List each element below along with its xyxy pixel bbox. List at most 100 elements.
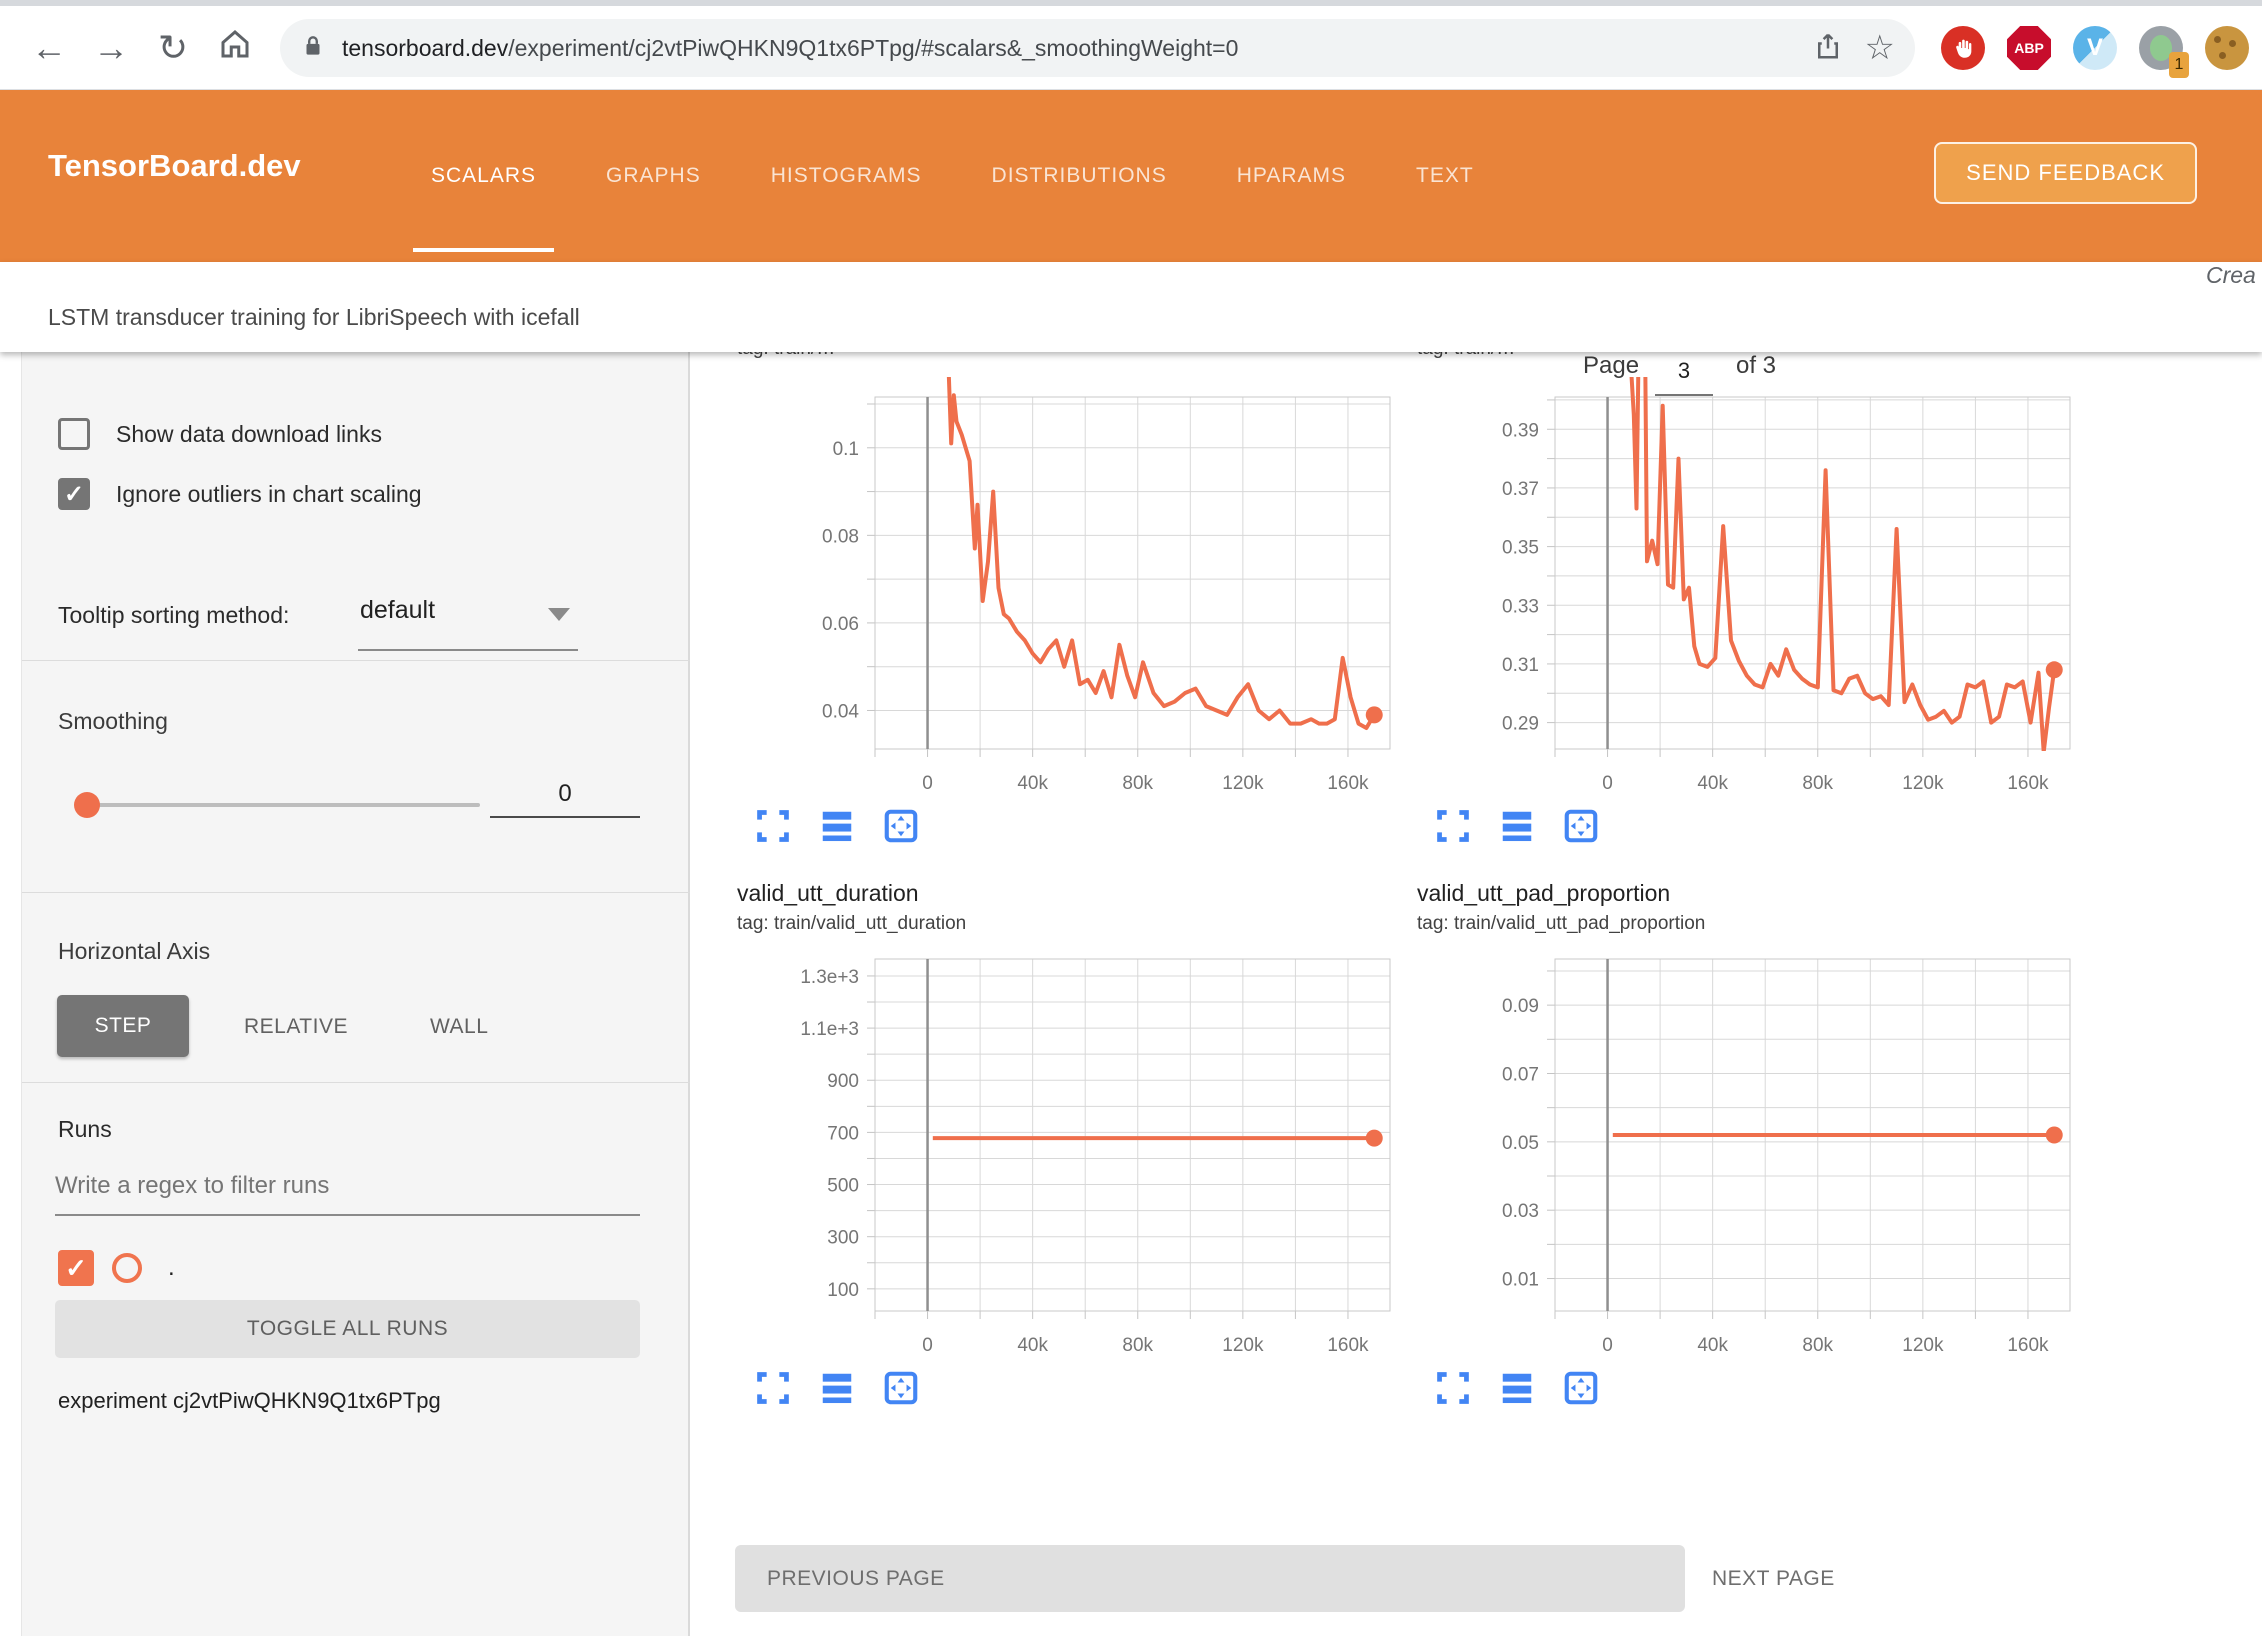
tab-distributions[interactable]: DISTRIBUTIONS	[986, 90, 1173, 262]
toggle-all-runs-button[interactable]: TOGGLE ALL RUNS	[55, 1300, 640, 1358]
haxis-wall-button[interactable]: WALL	[430, 1015, 488, 1039]
v-extension-icon[interactable]: V	[2073, 26, 2117, 70]
run-color-circle-icon[interactable]	[112, 1253, 142, 1283]
chart-tag: tag: train/valid_utt_duration	[737, 913, 1405, 935]
url-bar[interactable]: tensorboard.dev/experiment/cj2vtPiwQHKN9…	[280, 19, 1915, 77]
back-icon[interactable]: ←	[18, 27, 80, 69]
show-download-links-checkbox-row[interactable]: Show data download links	[58, 418, 382, 450]
svg-text:0.31: 0.31	[1502, 655, 1539, 676]
svg-text:0: 0	[922, 773, 933, 794]
toggle-log-scale-icon[interactable]	[818, 807, 856, 845]
svg-text:0: 0	[922, 1335, 933, 1356]
svg-text:0.06: 0.06	[822, 614, 859, 635]
svg-text:0.05: 0.05	[1502, 1133, 1539, 1154]
fit-domain-icon[interactable]	[882, 807, 920, 845]
tab-scalars[interactable]: SCALARS	[425, 90, 542, 262]
toggle-log-scale-icon[interactable]	[818, 1369, 856, 1407]
chart-tag: tag: train/valid_utt_pad_proportion	[1417, 913, 2085, 935]
checkbox-unchecked-icon[interactable]	[58, 418, 90, 450]
fit-domain-icon[interactable]	[882, 1369, 920, 1407]
svg-text:0.33: 0.33	[1502, 596, 1539, 617]
tensorboard-logo: TensorBoard.dev	[48, 148, 301, 184]
tooltip-sorting-dropdown[interactable]: default	[360, 596, 435, 625]
svg-text:160k: 160k	[2007, 1335, 2049, 1356]
haxis-relative-button[interactable]: RELATIVE	[244, 1015, 348, 1039]
svg-text:40k: 40k	[1017, 1335, 1048, 1356]
expand-chart-icon[interactable]	[754, 1369, 792, 1407]
page-number-input[interactable]	[1655, 358, 1713, 396]
svg-text:40k: 40k	[1697, 773, 1728, 794]
chart-card-valid-utt-pad-proportion: valid_utt_pad_proportion tag: train/vali…	[1395, 880, 2085, 1407]
home-icon[interactable]	[204, 26, 266, 71]
chart-card-top-right: tag: train/… 0.290.310.330.350.370.39040…	[1395, 352, 2085, 845]
tab-bar: SCALARS GRAPHS HISTOGRAMS DISTRIBUTIONS …	[425, 90, 1480, 262]
toggle-log-scale-icon[interactable]	[1498, 807, 1536, 845]
svg-text:1.1e+3: 1.1e+3	[800, 1019, 859, 1040]
next-page-button[interactable]: NEXT PAGE	[1712, 1545, 1835, 1612]
svg-text:160k: 160k	[1327, 773, 1369, 794]
svg-text:120k: 120k	[1902, 773, 1944, 794]
smoothing-slider-thumb[interactable]	[74, 792, 100, 818]
toggle-log-scale-icon[interactable]	[1498, 1369, 1536, 1407]
url-text[interactable]: tensorboard.dev/experiment/cj2vtPiwQHKN9…	[342, 35, 1791, 62]
run-checkbox-checked-icon[interactable]: ✓	[58, 1250, 94, 1286]
runs-label: Runs	[58, 1116, 112, 1143]
page-of-label: of 3	[1736, 352, 1776, 380]
svg-text:0.03: 0.03	[1502, 1201, 1539, 1222]
svg-text:0.01: 0.01	[1502, 1270, 1539, 1291]
ignore-outliers-checkbox-row[interactable]: ✓ Ignore outliers in chart scaling	[58, 478, 422, 510]
chevron-down-icon[interactable]	[548, 608, 570, 621]
abp-extension-icon[interactable]: ABP	[2007, 26, 2051, 70]
profile-avatar[interactable]: 1	[2139, 26, 2183, 70]
runs-regex-input[interactable]	[55, 1172, 640, 1216]
svg-text:500: 500	[827, 1176, 859, 1197]
svg-text:0.07: 0.07	[1502, 1064, 1539, 1085]
svg-text:160k: 160k	[1327, 1335, 1369, 1356]
svg-text:40k: 40k	[1017, 773, 1048, 794]
svg-text:700: 700	[827, 1123, 859, 1144]
fit-domain-icon[interactable]	[1562, 1369, 1600, 1407]
home-icon-glyph	[217, 26, 253, 62]
previous-page-button[interactable]: PREVIOUS PAGE	[735, 1545, 1685, 1612]
reload-icon[interactable]: ↻	[142, 27, 204, 69]
smoothing-slider[interactable]	[97, 803, 480, 807]
fit-domain-icon[interactable]	[1562, 807, 1600, 845]
expand-chart-icon[interactable]	[754, 807, 792, 845]
scalar-chart[interactable]: 1003005007009001.1e+31.3e+3040k80k120k16…	[715, 939, 1405, 1359]
scalar-chart[interactable]: 0.290.310.330.350.370.39040k80k120k160k	[1395, 377, 2085, 797]
expand-chart-icon[interactable]	[1434, 1369, 1472, 1407]
scalar-chart[interactable]: 0.010.030.050.070.09040k80k120k160k	[1395, 939, 2085, 1359]
run-row[interactable]: ✓ .	[58, 1250, 175, 1286]
expand-chart-icon[interactable]	[1434, 807, 1472, 845]
checkbox-checked-icon[interactable]: ✓	[58, 478, 90, 510]
tab-hparams[interactable]: HPARAMS	[1231, 90, 1352, 262]
svg-text:120k: 120k	[1902, 1335, 1944, 1356]
svg-text:80k: 80k	[1802, 773, 1833, 794]
svg-text:0.29: 0.29	[1502, 714, 1539, 735]
experiment-band: Crea LSTM transducer training for LibriS…	[0, 262, 2262, 352]
browser-chrome: ← → ↻ tensorboard.dev/experiment/cj2vtPi…	[0, 0, 2262, 90]
tensorboard-header: TensorBoard.dev SCALARS GRAPHS HISTOGRAM…	[0, 90, 2262, 262]
tab-graphs[interactable]: GRAPHS	[600, 90, 707, 262]
tab-text[interactable]: TEXT	[1410, 90, 1480, 262]
adblock-hand-extension-icon[interactable]	[1941, 26, 1985, 70]
tooltip-sorting-label: Tooltip sorting method:	[58, 602, 289, 629]
experiment-id-label: experiment cj2vtPiwQHKN9Q1tx6PTpg	[58, 1388, 441, 1414]
svg-text:0.08: 0.08	[822, 526, 859, 547]
svg-text:80k: 80k	[1802, 1335, 1833, 1356]
svg-text:160k: 160k	[2007, 773, 2049, 794]
scalar-chart[interactable]: 0.040.060.080.1040k80k120k160k	[715, 377, 1405, 797]
haxis-step-button[interactable]: STEP	[57, 995, 189, 1057]
forward-icon[interactable]: →	[80, 27, 142, 69]
cookie-extension-icon[interactable]	[2205, 26, 2249, 70]
share-icon[interactable]	[1813, 29, 1843, 68]
smoothing-value-input[interactable]	[490, 780, 640, 818]
svg-text:120k: 120k	[1222, 1335, 1264, 1356]
bookmark-star-icon[interactable]: ☆	[1865, 28, 1895, 68]
svg-text:900: 900	[827, 1071, 859, 1092]
tab-histograms[interactable]: HISTOGRAMS	[765, 90, 928, 262]
page-label: Page	[1583, 352, 1639, 380]
chart-title: valid_utt_pad_proportion	[1417, 880, 2085, 907]
send-feedback-button[interactable]: SEND FEEDBACK	[1934, 142, 2197, 204]
svg-text:0.39: 0.39	[1502, 420, 1539, 441]
